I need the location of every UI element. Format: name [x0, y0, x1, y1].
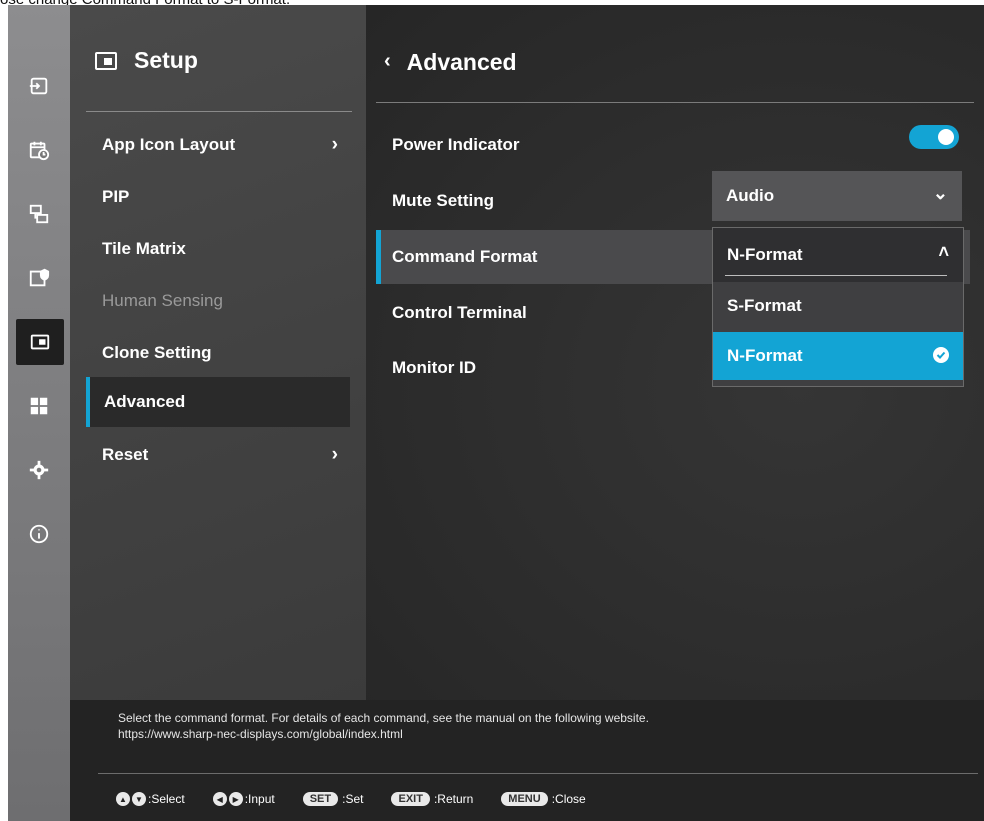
- key-label: :Input: [244, 792, 275, 806]
- menu-item-label: App Icon Layout: [102, 135, 236, 154]
- power-indicator-label: Power Indicator: [392, 135, 520, 154]
- menu-item-label: PIP: [102, 187, 130, 206]
- menu-item-reset[interactable]: Reset ›: [86, 430, 352, 480]
- menu-key: MENU: [501, 792, 548, 806]
- left-arrow-icon: ◀: [212, 792, 227, 806]
- dropdown-current-label: N-Format: [727, 245, 803, 264]
- menu-item-clone-setting[interactable]: Clone Setting: [86, 328, 352, 378]
- dropdown-divider: [725, 275, 947, 276]
- menu-item-pip[interactable]: PIP: [86, 172, 352, 222]
- exit-key: EXIT: [391, 792, 430, 806]
- schedule-icon[interactable]: [15, 127, 63, 173]
- setup-title: Setup: [134, 47, 198, 73]
- monitor-id-label[interactable]: Monitor ID: [392, 358, 476, 378]
- option-label: S-Format: [727, 296, 802, 315]
- option-n-format[interactable]: N-Format: [713, 332, 963, 380]
- key-label: :Select: [148, 792, 185, 806]
- menu-item-label: Reset: [102, 445, 149, 464]
- down-arrow-icon: ▼: [132, 792, 146, 806]
- chevron-up-icon: ˄: [938, 242, 949, 262]
- divider: [376, 102, 974, 103]
- menu-item-label: Tile Matrix: [102, 239, 186, 258]
- chevron-right-icon: ›: [331, 444, 338, 465]
- help-line-1: Select the command format. For details o…: [118, 711, 649, 725]
- help-bar: Select the command format. For details o…: [70, 700, 984, 821]
- osd-screen: Setup App Icon Layout › PIP Tile Matrix …: [8, 5, 984, 821]
- toggle-knob: [938, 129, 954, 145]
- info-icon[interactable]: [15, 511, 63, 557]
- dropdown-current-value[interactable]: N-Format ˄: [713, 228, 963, 282]
- power-indicator-toggle[interactable]: [909, 125, 959, 149]
- multi-display-icon[interactable]: [15, 191, 63, 237]
- key-label: :Close: [551, 792, 586, 806]
- back-chevron-icon[interactable]: ‹: [384, 50, 391, 73]
- check-icon: [933, 347, 949, 363]
- menu-item-advanced[interactable]: Advanced: [86, 377, 350, 427]
- divider: [86, 111, 352, 112]
- help-text: Select the command format. For details o…: [118, 710, 918, 742]
- mute-setting-value: Audio: [726, 186, 775, 205]
- icon-rail: [8, 5, 70, 821]
- menu-item-tile-matrix[interactable]: Tile Matrix: [86, 224, 352, 274]
- control-terminal-label[interactable]: Control Terminal: [392, 303, 527, 323]
- key-label: :Set: [342, 792, 364, 806]
- command-format-label: Command Format: [392, 247, 538, 266]
- apps-icon[interactable]: [15, 383, 63, 429]
- key-return: EXIT :Return: [391, 792, 473, 806]
- option-s-format[interactable]: S-Format: [713, 282, 963, 330]
- chevron-right-icon: ›: [331, 134, 338, 155]
- key-input: ◀ ▶ :Input: [212, 792, 275, 806]
- key-label: :Return: [433, 792, 474, 806]
- setup-header: Setup: [94, 47, 198, 74]
- option-label: N-Format: [727, 346, 803, 365]
- setup-title-icon: [95, 51, 117, 70]
- set-key: SET: [302, 792, 339, 806]
- setup-menu: Setup App Icon Layout › PIP Tile Matrix …: [70, 5, 366, 700]
- input-icon[interactable]: [15, 63, 63, 109]
- setup-icon[interactable]: [16, 319, 64, 365]
- menu-item-human-sensing: Human Sensing: [86, 276, 352, 326]
- key-close: MENU :Close: [501, 792, 586, 806]
- protect-icon[interactable]: [15, 255, 63, 301]
- chevron-down-icon: ⌄: [932, 183, 948, 203]
- menu-item-label: Advanced: [104, 392, 186, 411]
- key-select: ▲ ▼ :Select: [116, 792, 185, 806]
- mute-setting-select[interactable]: Audio ⌄: [712, 171, 962, 221]
- command-format-dropdown[interactable]: N-Format ˄ S-Format N-Format: [712, 227, 964, 387]
- key-legend: ▲ ▼ :Select ◀ ▶ :Input SET :Set EXIT :Re…: [116, 792, 614, 806]
- menu-item-label: Human Sensing: [102, 291, 223, 310]
- advanced-panel: ‹ Advanced Power Indicator Mute Setting …: [366, 5, 984, 700]
- divider: [98, 773, 978, 774]
- panel-title: Advanced: [406, 49, 517, 75]
- help-url: https://www.sharp-nec-displays.com/globa…: [118, 727, 403, 741]
- settings-icon[interactable]: [15, 447, 63, 493]
- menu-item-label: Clone Setting: [102, 343, 212, 362]
- mute-setting-label: Mute Setting: [392, 191, 494, 210]
- key-set: SET :Set: [302, 792, 364, 806]
- panel-header: ‹ Advanced: [384, 49, 517, 76]
- menu-item-app-icon-layout[interactable]: App Icon Layout ›: [86, 120, 352, 170]
- up-arrow-icon: ▲: [116, 792, 130, 806]
- right-arrow-icon: ▶: [228, 792, 243, 806]
